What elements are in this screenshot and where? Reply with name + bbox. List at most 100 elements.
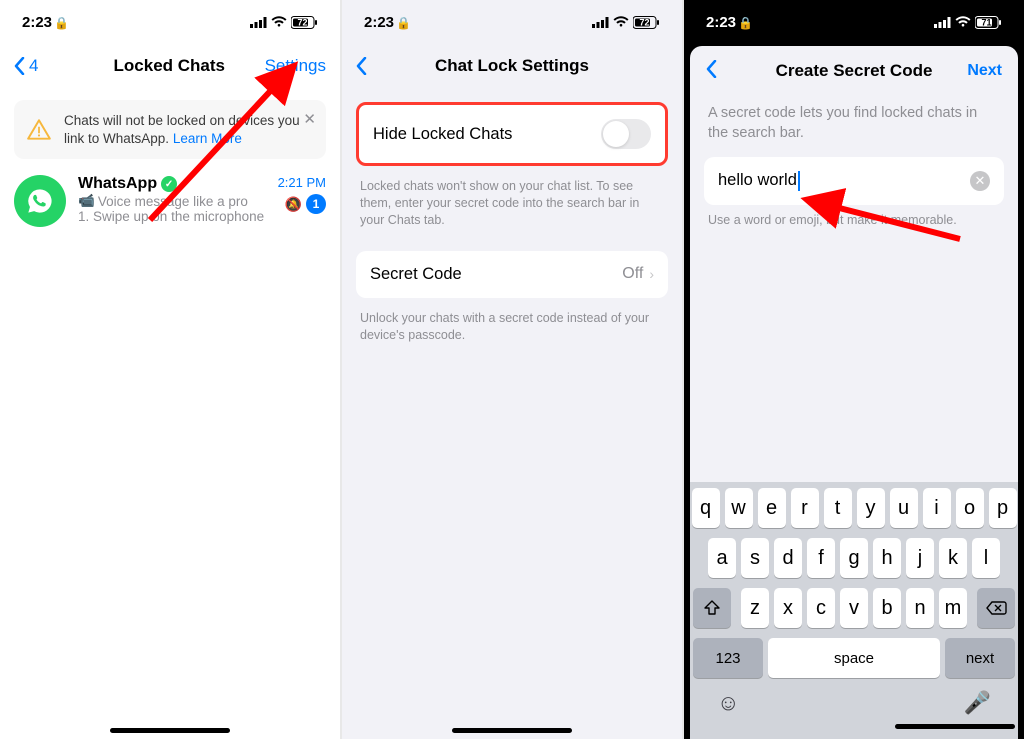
key-t[interactable]: t bbox=[824, 488, 852, 528]
chat-subtitle-2: 1. Swipe up on the microphone ic... bbox=[78, 209, 266, 224]
secret-code-input-row[interactable]: hello world ✕ bbox=[704, 157, 1004, 205]
lock-icon: 🔒 bbox=[396, 16, 411, 30]
status-bar: 2:23🔒 72 bbox=[0, 0, 340, 44]
key-j[interactable]: j bbox=[906, 538, 934, 578]
hide-footer: Locked chats won't show on your chat lis… bbox=[342, 172, 682, 229]
video-icon: 📹 bbox=[78, 193, 95, 209]
battery-icon: 71 bbox=[975, 16, 1002, 29]
back-count: 4 bbox=[29, 56, 38, 76]
key-c[interactable]: c bbox=[807, 588, 835, 628]
key-w[interactable]: w bbox=[725, 488, 753, 528]
key-f[interactable]: f bbox=[807, 538, 835, 578]
description: A secret code lets you find locked chats… bbox=[690, 96, 1018, 157]
close-icon[interactable]: ✕ bbox=[303, 110, 316, 128]
key-n[interactable]: n bbox=[906, 588, 934, 628]
status-right: 72 bbox=[592, 16, 660, 29]
back-button[interactable]: 4 bbox=[14, 56, 74, 76]
chat-row[interactable]: WhatsApp 📹Voice message like a pro 1. Sw… bbox=[0, 165, 340, 237]
phone-locked-chats: 2:23🔒 72 4 Locked Chats Settings Chats w… bbox=[0, 0, 340, 739]
space-key[interactable]: space bbox=[768, 638, 940, 678]
key-e[interactable]: e bbox=[758, 488, 786, 528]
info-text: Chats will not be locked on devices you … bbox=[64, 112, 314, 147]
svg-text:71: 71 bbox=[981, 17, 991, 27]
avatar bbox=[14, 175, 66, 227]
chevron-left-icon bbox=[706, 60, 717, 78]
key-m[interactable]: m bbox=[939, 588, 967, 628]
status-right: 72 bbox=[250, 16, 318, 29]
key-q[interactable]: q bbox=[692, 488, 720, 528]
keyboard-next-key[interactable]: next bbox=[945, 638, 1015, 678]
emoji-key[interactable]: ☺ bbox=[717, 690, 739, 716]
status-time: 2:23🔒 bbox=[22, 14, 69, 31]
lock-icon: 🔒 bbox=[738, 16, 753, 30]
nav-bar: Chat Lock Settings bbox=[342, 44, 682, 88]
key-a[interactable]: a bbox=[708, 538, 736, 578]
settings-link[interactable]: Settings bbox=[265, 56, 326, 76]
info-banner: Chats will not be locked on devices you … bbox=[14, 100, 326, 159]
key-s[interactable]: s bbox=[741, 538, 769, 578]
secret-code-input[interactable]: hello world bbox=[718, 171, 800, 191]
key-y[interactable]: y bbox=[857, 488, 885, 528]
chat-right: 2:21 PM 🔕 1 bbox=[278, 175, 326, 214]
key-r[interactable]: r bbox=[791, 488, 819, 528]
key-k[interactable]: k bbox=[939, 538, 967, 578]
input-hint: Use a word or emoji, but make it memorab… bbox=[690, 205, 1018, 235]
sheet-title: Create Secret Code bbox=[756, 61, 952, 81]
text-cursor bbox=[798, 171, 800, 191]
home-indicator[interactable] bbox=[452, 728, 572, 733]
numbers-key[interactable]: 123 bbox=[693, 638, 763, 678]
page-title: Locked Chats bbox=[74, 56, 265, 76]
key-z[interactable]: z bbox=[741, 588, 769, 628]
back-button[interactable] bbox=[706, 60, 756, 83]
chevron-right-icon: › bbox=[649, 266, 654, 282]
battery-icon: 72 bbox=[633, 16, 660, 29]
muted-icon: 🔕 bbox=[285, 196, 302, 213]
chevron-left-icon bbox=[14, 57, 25, 75]
key-b[interactable]: b bbox=[873, 588, 901, 628]
key-x[interactable]: x bbox=[774, 588, 802, 628]
key-u[interactable]: u bbox=[890, 488, 918, 528]
wifi-icon bbox=[613, 16, 629, 28]
key-p[interactable]: p bbox=[989, 488, 1017, 528]
phone-create-secret-code: 2:23🔒 71 Create Secret Code Next A secre… bbox=[684, 0, 1024, 739]
sheet-nav: Create Secret Code Next bbox=[690, 46, 1018, 96]
key-i[interactable]: i bbox=[923, 488, 951, 528]
signal-icon bbox=[250, 17, 267, 28]
mic-key[interactable]: 🎤 bbox=[964, 690, 991, 716]
key-l[interactable]: l bbox=[972, 538, 1000, 578]
key-g[interactable]: g bbox=[840, 538, 868, 578]
status-right: 71 bbox=[934, 16, 1002, 29]
phone-chat-lock-settings: 2:23🔒 72 Chat Lock Settings Hide Locked … bbox=[342, 0, 682, 739]
secret-footer: Unlock your chats with a secret code ins… bbox=[342, 304, 682, 344]
key-d[interactable]: d bbox=[774, 538, 802, 578]
home-indicator[interactable] bbox=[895, 724, 1015, 729]
key-v[interactable]: v bbox=[840, 588, 868, 628]
lock-icon: 🔒 bbox=[54, 16, 69, 30]
back-button[interactable] bbox=[356, 57, 416, 75]
toggle-switch[interactable] bbox=[601, 119, 651, 149]
next-button[interactable]: Next bbox=[952, 62, 1002, 80]
signal-icon bbox=[934, 17, 951, 28]
clear-icon[interactable]: ✕ bbox=[970, 171, 990, 191]
key-h[interactable]: h bbox=[873, 538, 901, 578]
hide-locked-chats-label: Hide Locked Chats bbox=[373, 125, 512, 144]
secret-code-value: Off› bbox=[622, 265, 654, 283]
warning-icon bbox=[26, 117, 52, 143]
shift-key[interactable] bbox=[693, 588, 731, 628]
unread-badge: 1 bbox=[306, 194, 326, 214]
status-time: 2:23🔒 bbox=[364, 14, 411, 31]
hide-locked-chats-row[interactable]: Hide Locked Chats bbox=[356, 102, 668, 166]
chat-subtitle-1: 📹Voice message like a pro bbox=[78, 193, 266, 209]
verified-badge-icon bbox=[161, 176, 177, 192]
page-title: Chat Lock Settings bbox=[416, 56, 608, 76]
sheet: Create Secret Code Next A secret code le… bbox=[690, 46, 1018, 739]
learn-more-link[interactable]: Learn More bbox=[173, 131, 242, 146]
chat-name: WhatsApp bbox=[78, 175, 177, 193]
key-o[interactable]: o bbox=[956, 488, 984, 528]
wifi-icon bbox=[271, 16, 287, 28]
chat-time: 2:21 PM bbox=[278, 175, 326, 190]
status-bar: 2:23🔒 72 bbox=[342, 0, 682, 44]
home-indicator[interactable] bbox=[110, 728, 230, 733]
secret-code-row[interactable]: Secret Code Off› bbox=[356, 251, 668, 298]
backspace-key[interactable] bbox=[977, 588, 1015, 628]
